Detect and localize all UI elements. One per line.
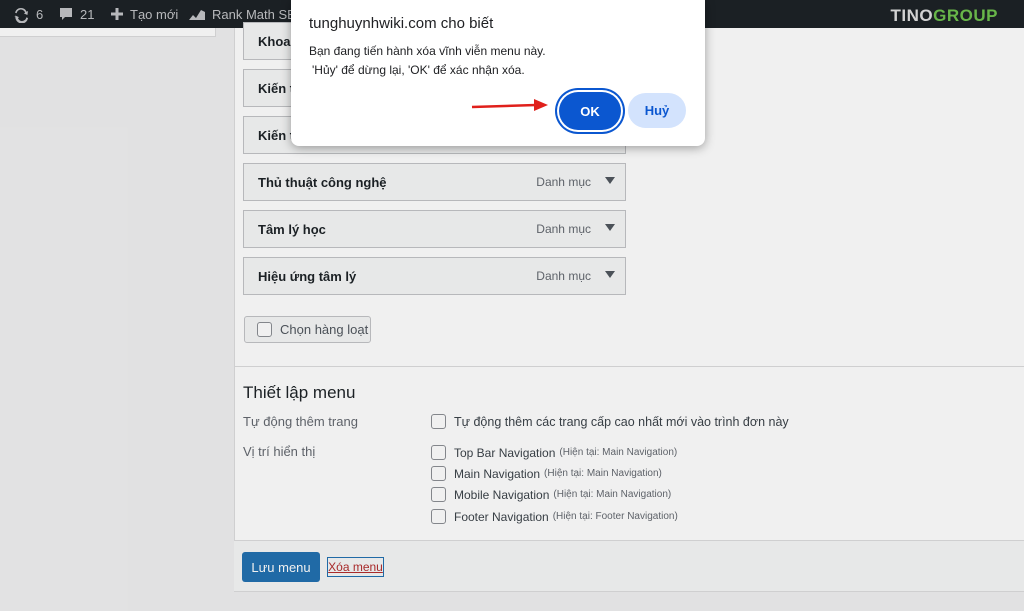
location-option-mobile[interactable]: Mobile Navigation (Hiện tại: Main Naviga… xyxy=(431,487,671,502)
bulk-select-label: Chọn hàng loạt xyxy=(280,322,369,337)
caret-down-icon[interactable] xyxy=(605,271,615,278)
auto-add-option[interactable]: Tự động thêm các trang cấp cao nhất mới … xyxy=(431,414,789,429)
menu-item-title: Khoa xyxy=(258,33,291,49)
menu-item-title: Kiến t xyxy=(258,127,295,143)
brand-logo: TINOGROUP xyxy=(890,6,998,25)
chart-icon xyxy=(189,10,205,20)
refresh-icon xyxy=(14,7,28,23)
display-location-label: Vị trí hiển thị xyxy=(243,444,316,459)
menu-item-title: Kiến t xyxy=(258,80,295,96)
comments-item[interactable]: 21 xyxy=(58,0,94,28)
menu-settings-title: Thiết lập menu xyxy=(243,383,356,402)
auto-add-label: Tự động thêm trang xyxy=(243,414,358,429)
rankmath-label: Rank Math SE xyxy=(212,6,296,22)
annotation-arrow-icon xyxy=(471,99,548,111)
updates-item[interactable]: 6 xyxy=(12,0,43,28)
menu-item[interactable]: Tâm lý học Danh mục xyxy=(243,210,626,248)
menu-item-type: Danh mục xyxy=(536,222,591,236)
delete-menu-link[interactable]: Xóa menu xyxy=(327,557,384,577)
dialog-message: 'Hủy' để dừng lại, 'OK' để xác nhận xóa. xyxy=(312,63,525,77)
location-current: (Hiện tại: Main Navigation) xyxy=(559,447,678,458)
new-content-item[interactable]: Tạo mới xyxy=(110,0,178,28)
location-checkbox[interactable] xyxy=(431,445,446,460)
left-panel xyxy=(0,28,216,37)
menu-item-type: Danh mục xyxy=(536,175,591,189)
location-name: Mobile Navigation xyxy=(454,487,550,502)
location-option-footer[interactable]: Footer Navigation (Hiện tại: Footer Navi… xyxy=(431,509,678,524)
menu-item-title: Tâm lý học xyxy=(258,221,326,237)
comments-count: 21 xyxy=(80,6,95,22)
dialog-cancel-button[interactable]: Huỷ xyxy=(628,93,686,128)
menu-item-title: Thủ thuật công nghệ xyxy=(258,174,387,190)
bulk-select-checkbox[interactable] xyxy=(257,322,272,337)
dialog-ok-button[interactable]: OK xyxy=(559,92,621,130)
confirm-dialog: tunghuynhwiki.com cho biết Bạn đang tiến… xyxy=(291,0,705,146)
location-name: Main Navigation xyxy=(454,466,541,481)
location-current: (Hiện tại: Footer Navigation) xyxy=(552,511,678,522)
location-option-main[interactable]: Main Navigation (Hiện tại: Main Navigati… xyxy=(431,466,662,481)
menu-item-title: Hiệu ứng tâm lý xyxy=(258,268,357,284)
location-option-top-bar[interactable]: Top Bar Navigation (Hiện tại: Main Navig… xyxy=(431,445,677,460)
location-checkbox[interactable] xyxy=(431,466,446,481)
comment-icon xyxy=(60,8,72,20)
plus-icon xyxy=(111,8,123,20)
updates-count: 6 xyxy=(36,6,44,22)
auto-add-option-label: Tự động thêm các trang cấp cao nhất mới … xyxy=(454,414,789,429)
new-content-label: Tạo mới xyxy=(130,6,179,22)
save-menu-button[interactable]: Lưu menu xyxy=(242,552,320,582)
dialog-message: Bạn đang tiến hành xóa vĩnh viễn menu nà… xyxy=(309,44,546,58)
menu-item[interactable]: Hiệu ứng tâm lý Danh mục xyxy=(243,257,626,295)
dialog-title: tunghuynhwiki.com cho biết xyxy=(309,15,494,32)
caret-down-icon[interactable] xyxy=(605,224,615,231)
auto-add-checkbox[interactable] xyxy=(431,414,446,429)
location-name: Footer Navigation xyxy=(454,509,549,524)
location-checkbox[interactable] xyxy=(431,487,446,502)
divider xyxy=(234,366,1024,367)
location-checkbox[interactable] xyxy=(431,509,446,524)
menu-item[interactable]: Thủ thuật công nghệ Danh mục xyxy=(243,163,626,201)
bulk-select-button[interactable]: Chọn hàng loạt xyxy=(244,316,371,343)
menu-item-type: Danh mục xyxy=(536,269,591,283)
location-current: (Hiện tại: Main Navigation) xyxy=(544,468,662,479)
caret-down-icon[interactable] xyxy=(605,177,615,184)
location-name: Top Bar Navigation xyxy=(454,445,556,460)
location-current: (Hiện tại: Main Navigation) xyxy=(553,489,672,500)
